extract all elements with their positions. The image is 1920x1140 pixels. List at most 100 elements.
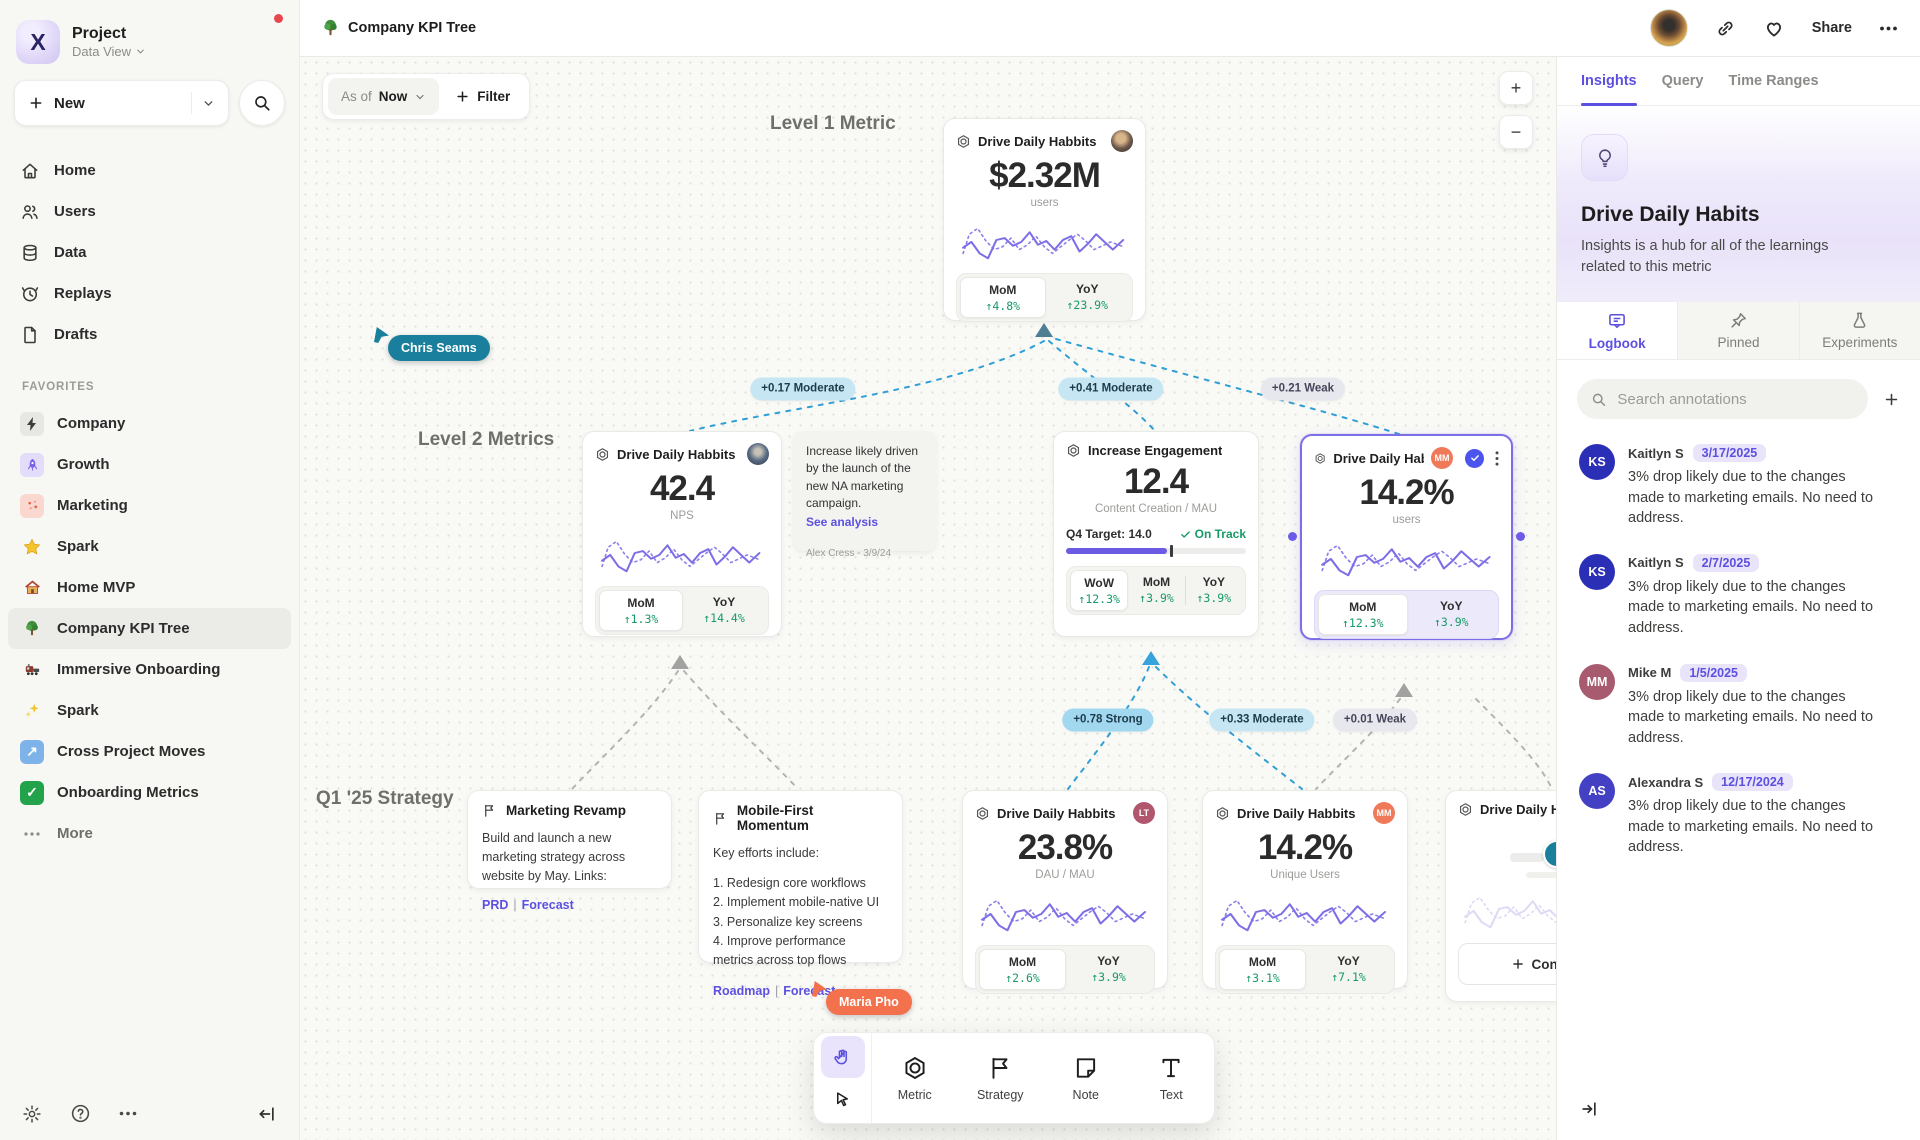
sidebar-item-spark-2[interactable]: Spark [8,690,291,731]
selection-handle[interactable] [1516,532,1525,541]
yoy-chip[interactable]: YoY↑3.9% [1066,949,1151,990]
settings-gear-icon[interactable] [22,1104,42,1124]
sidebar-item-replays[interactable]: Replays [8,273,291,314]
owner-avatar[interactable] [747,443,769,465]
copy-link-icon[interactable] [1715,18,1736,39]
sidebar-item-users[interactable]: Users [8,191,291,232]
yoy-chip[interactable]: YoY↑7.1% [1306,949,1391,990]
sidebar-item-company[interactable]: Company [8,403,291,444]
mom-chip[interactable]: MoM↑12.3% [1318,594,1408,635]
prd-link[interactable]: PRD [482,898,508,912]
metric-target-icon [1066,443,1081,458]
annotation-item[interactable]: MM Mike M 1/5/2025 3% drop likely due to… [1557,647,1920,757]
yoy-chip[interactable]: YoY↑3.9% [1408,594,1496,635]
search-button[interactable] [239,80,285,126]
share-button[interactable]: Share [1812,20,1852,36]
note-card[interactable]: Increase likely driven by the launch of … [794,431,936,551]
sidebar-item-more[interactable]: More [8,813,291,854]
metric-card-unconnected[interactable]: Drive Daily Hab Connect [1445,790,1556,1002]
sidebar-item-immersive-onboarding[interactable]: Immersive Onboarding [8,649,291,690]
avatar: AS [1579,773,1615,809]
sidebar-item-company-kpi-tree[interactable]: Company KPI Tree [8,608,291,649]
note-tool-button[interactable]: Note [1043,1033,1129,1123]
sidebar-item-marketing[interactable]: Marketing [8,485,291,526]
more-options-icon[interactable] [1879,26,1898,31]
strategy-card-marketing-revamp[interactable]: Marketing Revamp Build and launch a new … [467,790,672,889]
collapse-sidebar-icon[interactable] [257,1104,277,1124]
sidebar-item-drafts[interactable]: Drafts [8,314,291,355]
zoom-out-button[interactable]: − [1499,115,1533,149]
sparkline-chart [1220,887,1389,937]
yoy-chip[interactable]: YoY↑23.9% [1046,277,1130,318]
forecast-link[interactable]: Forecast [522,898,574,912]
metric-card-dau-mau[interactable]: Drive Daily Habbits LT 23.8% DAU / MAU M… [962,790,1168,989]
metric-tool-button[interactable]: Metric [872,1033,958,1123]
owner-avatar[interactable] [1111,130,1133,152]
metric-card-unique-users[interactable]: Drive Daily Habbits MM 14.2% Unique User… [1202,790,1408,989]
chevron-down-icon[interactable] [202,97,215,110]
add-annotation-icon[interactable] [1883,391,1900,408]
tab-query[interactable]: Query [1662,57,1704,105]
select-tool-button[interactable] [821,1078,865,1120]
selection-handle[interactable] [1288,532,1297,541]
mom-chip[interactable]: MoM↑4.8% [960,277,1046,318]
tool-label: Note [1073,1088,1099,1102]
new-button[interactable]: New [14,80,229,126]
subtab-pinned[interactable]: Pinned [1677,302,1798,359]
search-annotations-input[interactable] [1615,390,1854,409]
metric-card-selected[interactable]: Drive Daily Habb.. MM 14.2% users MoM↑12… [1300,434,1513,640]
mom-chip[interactable]: MoM↑3.9% [1128,570,1184,611]
see-analysis-link[interactable]: See analysis [806,514,878,531]
sidebar-item-home-mvp[interactable]: Home MVP [8,567,291,608]
kpi-tree-canvas[interactable]: As of Now Filter + − Level 1 Metric Leve… [300,57,1556,1140]
edge-label: +0.01 Weak [1333,709,1417,732]
collapse-panel-icon[interactable] [1579,1099,1599,1124]
favorite-item-label: Spark [57,538,99,555]
data-view-switcher[interactable]: Data View [72,44,146,59]
filter-button[interactable]: Filter [441,89,524,104]
help-icon[interactable] [70,1103,91,1124]
strategy-tool-button[interactable]: Strategy [958,1033,1044,1123]
tab-insights[interactable]: Insights [1581,57,1637,105]
hand-tool-button[interactable] [821,1036,865,1078]
plus-icon [455,89,470,104]
check-icon: ✓ [20,781,44,805]
text-tool-button[interactable]: Text [1129,1033,1215,1123]
sidebar-item-home[interactable]: Home [8,150,291,191]
strategy-card-mobile-first[interactable]: Mobile-First Momentum Key efforts includ… [698,790,903,963]
subtab-logbook[interactable]: Logbook [1557,302,1677,359]
annotation-item[interactable]: KS Kaitlyn S 3/17/2025 3% drop likely du… [1557,427,1920,537]
metric-card-l1[interactable]: Drive Daily Habbits $2.32M users MoM↑4.8… [943,118,1146,321]
zoom-in-button[interactable]: + [1499,71,1533,105]
favorite-heart-icon[interactable] [1763,17,1785,39]
project-switcher[interactable]: X Project Data View [0,0,299,80]
mom-chip[interactable]: MoM↑1.3% [599,590,683,631]
annotation-item[interactable]: KS Kaitlyn S 2/7/2025 3% drop likely due… [1557,537,1920,647]
more-options-icon[interactable] [119,1111,137,1116]
owner-badge[interactable]: MM [1431,447,1453,469]
roadmap-link[interactable]: Roadmap [713,984,770,998]
owner-badge[interactable]: MM [1373,802,1395,824]
sidebar-item-spark[interactable]: Spark [8,526,291,567]
mom-chip[interactable]: MoM↑2.6% [979,949,1066,990]
wow-chip[interactable]: WoW↑12.3% [1070,570,1128,611]
sidebar-item-data[interactable]: Data [8,232,291,273]
owner-badge[interactable]: LT [1133,802,1155,824]
yoy-chip[interactable]: YoY↑14.4% [683,590,765,631]
favorite-item-label: Spark [57,702,99,719]
subtab-experiments[interactable]: Experiments [1799,302,1920,359]
as-of-dropdown[interactable]: As of Now [328,78,439,115]
yoy-chip[interactable]: YoY↑3.9% [1186,570,1242,611]
search-annotations-field[interactable] [1577,379,1868,419]
user-avatar[interactable] [1650,9,1688,47]
connect-button[interactable]: Connect [1458,943,1556,985]
tab-time-ranges[interactable]: Time Ranges [1729,57,1819,105]
annotation-item[interactable]: AS Alexandra S 12/17/2024 3% drop likely… [1557,756,1920,866]
sidebar-item-cross-project-moves[interactable]: ↗ Cross Project Moves [8,731,291,772]
mom-chip[interactable]: MoM↑3.1% [1219,949,1306,990]
kebab-menu-icon[interactable] [1495,451,1499,466]
sidebar-item-onboarding-metrics[interactable]: ✓ Onboarding Metrics [8,772,291,813]
sidebar-item-growth[interactable]: Growth [8,444,291,485]
metric-card-l2-nps[interactable]: Drive Daily Habbits 42.4 NPS MoM↑1.3% Yo… [582,431,782,637]
metric-card-engagement[interactable]: Increase Engagement 12.4 Content Creatio… [1053,431,1259,637]
